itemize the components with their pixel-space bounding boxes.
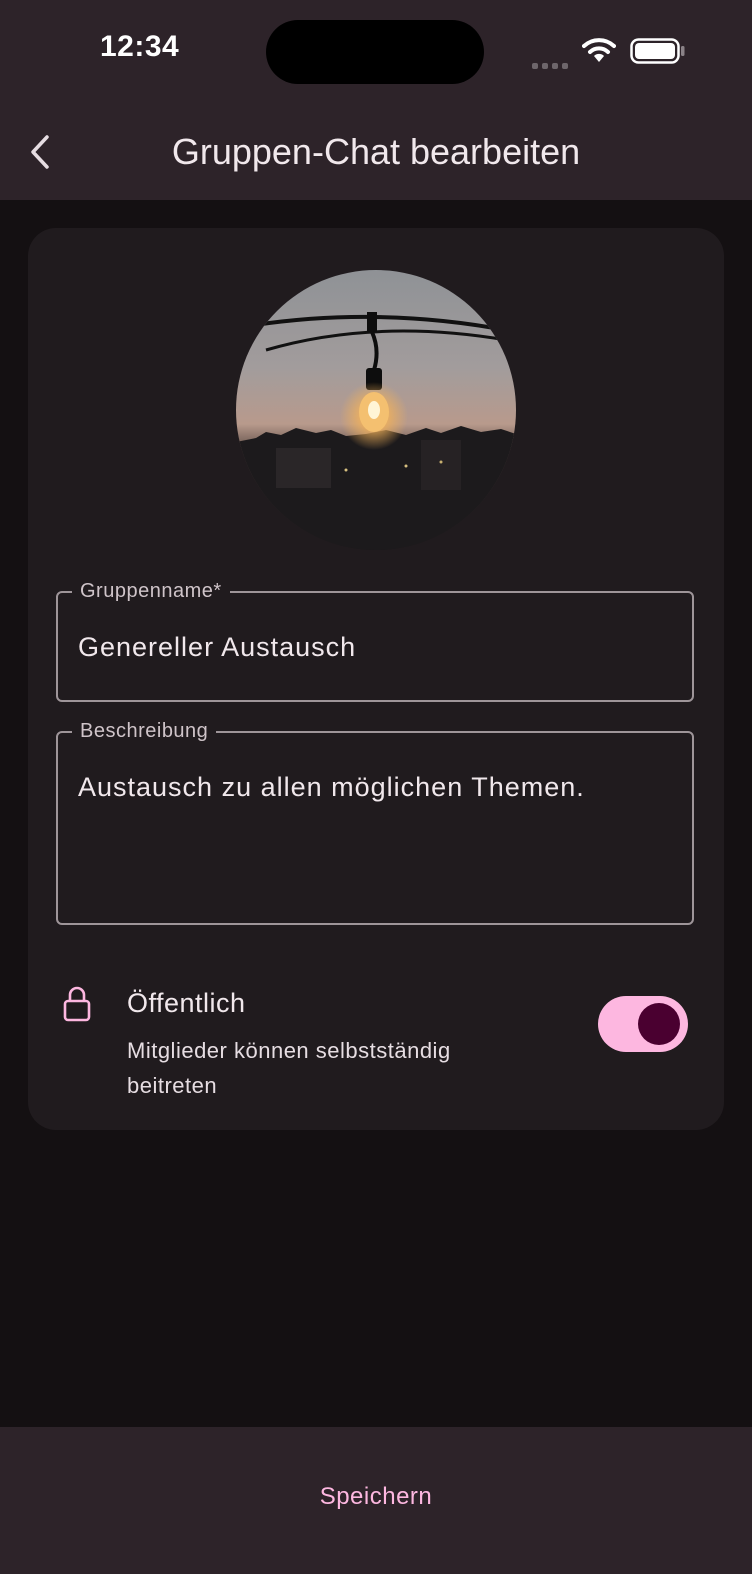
group-name-input[interactable]: Genereller Austausch [78,632,356,663]
cellular-signal-icon [532,56,572,69]
dynamic-island [266,20,484,84]
description-input[interactable]: Austausch zu allen möglichen Themen. [78,772,585,803]
description-field[interactable]: Beschreibung Austausch zu allen mögliche… [56,719,694,925]
group-name-field[interactable]: Gruppenname* Genereller Austausch [56,579,694,702]
group-avatar[interactable] [236,270,516,550]
public-setting-title: Öffentlich [127,988,246,1018]
battery-icon [630,38,685,64]
lock-icon [63,986,91,1022]
group-photo [236,270,516,550]
wifi-icon [582,38,616,62]
save-button[interactable]: Speichern [276,1470,476,1524]
public-toggle[interactable] [598,996,688,1052]
status-time: 12:34 [100,30,180,63]
toggle-knob [638,1003,680,1045]
group-name-label: Gruppenname* [72,579,230,603]
page-title: Gruppen-Chat bearbeiten [171,131,581,172]
description-label: Beschreibung [72,719,217,743]
public-setting-subtitle: Mitglieder können selbstständig beitrete… [127,1038,451,1098]
